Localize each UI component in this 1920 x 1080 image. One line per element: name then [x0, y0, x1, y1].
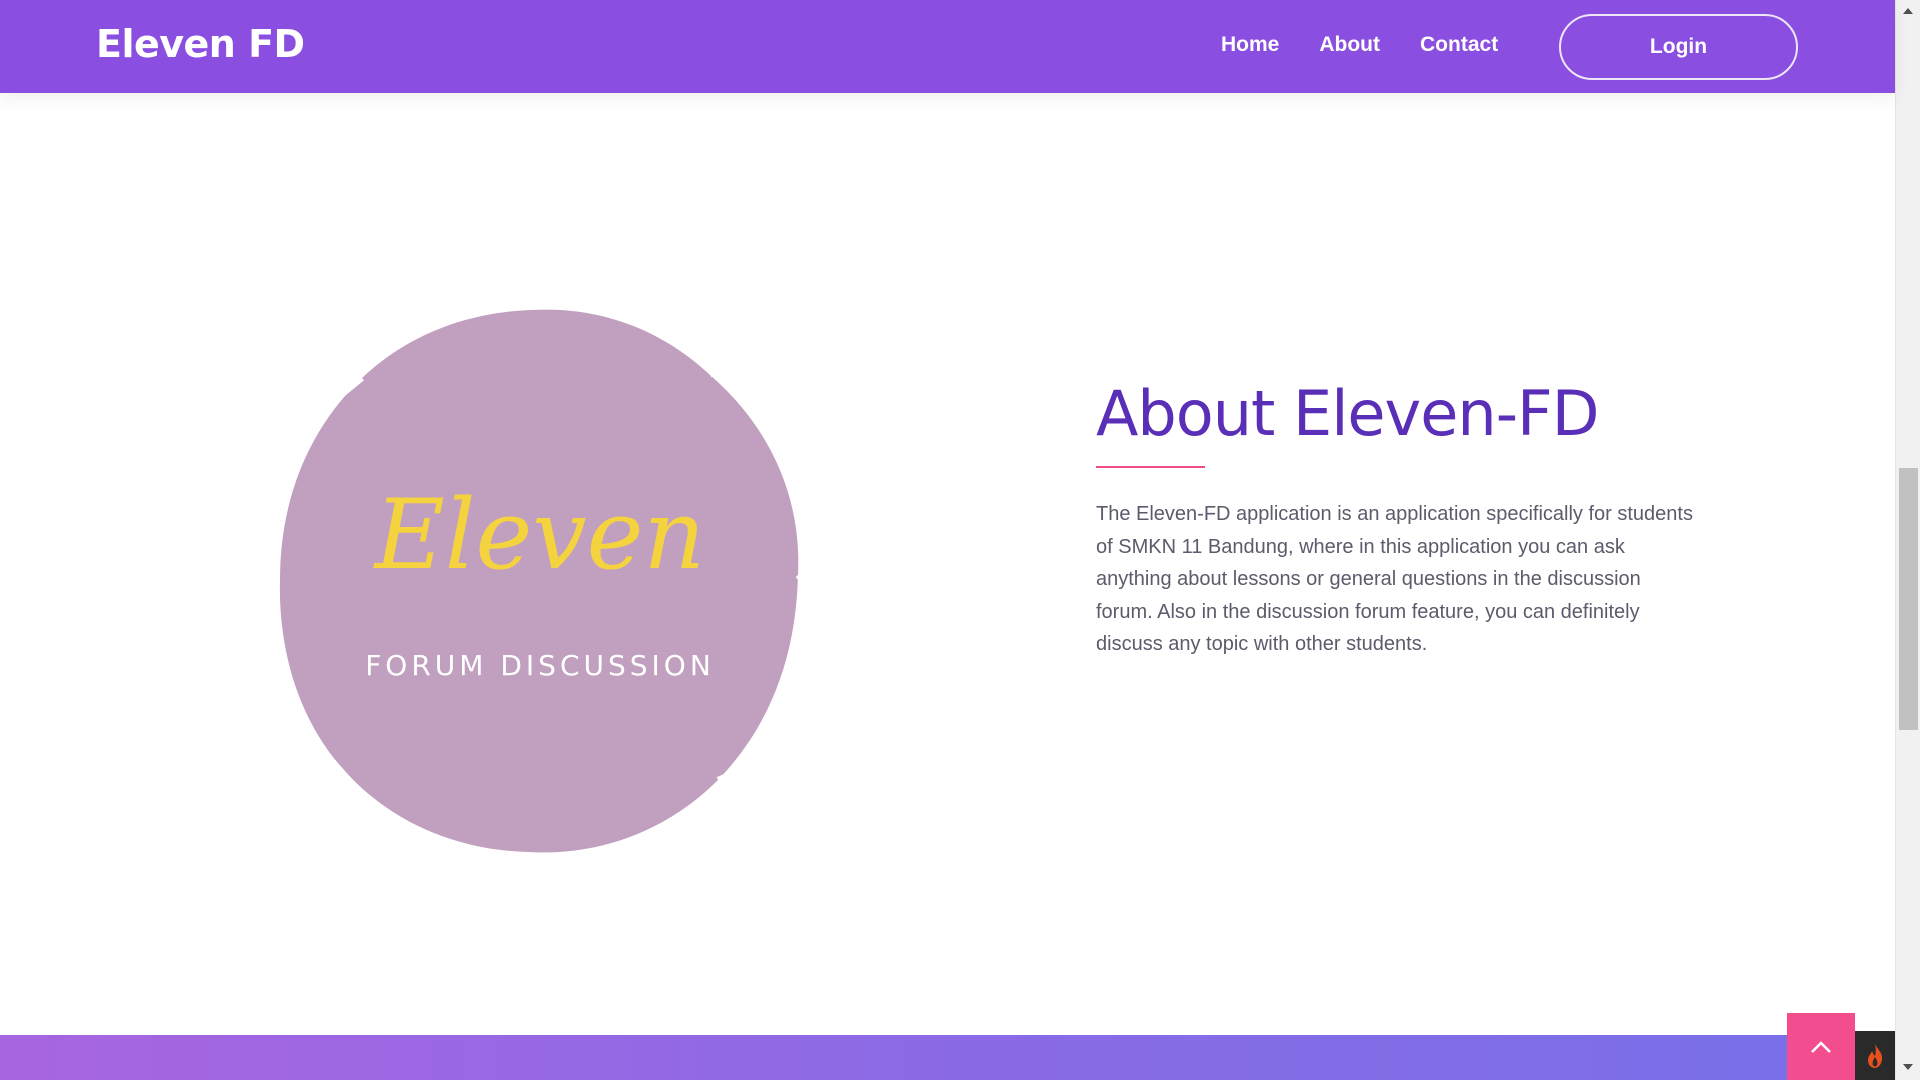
title-divider: [1096, 466, 1205, 469]
eleven-logo: Eleven FORUM DISCUSSION: [270, 300, 810, 860]
logo-subtitle: FORUM DISCUSSION: [365, 649, 715, 682]
nav-link-home[interactable]: Home: [1221, 33, 1279, 57]
scrollbar-thumb[interactable]: [1899, 468, 1918, 730]
logo-circle-image: Eleven FORUM DISCUSSION: [279, 309, 810, 853]
nav-links: Home About Contact: [1221, 33, 1538, 57]
login-button[interactable]: Login: [1559, 14, 1798, 80]
chevron-up-icon: [1811, 1040, 1831, 1053]
navbar: Eleven FD Home About Contact Login: [0, 0, 1895, 93]
about-description: The Eleven-FD application is an applicat…: [1096, 503, 1693, 656]
logo-script-text: Eleven: [373, 479, 705, 591]
brand-logo[interactable]: Eleven FD: [96, 22, 305, 66]
about-title: About Eleven-FD: [1096, 377, 1599, 450]
dev-toolbar-toggle[interactable]: [1855, 1031, 1895, 1080]
about-section: About Eleven-FD The Eleven-FD applicatio…: [1096, 377, 1696, 661]
scroll-down-arrow-icon[interactable]: [1903, 1064, 1913, 1070]
flame-icon: [1868, 1043, 1883, 1068]
next-section-gradient-band: [0, 1035, 1895, 1080]
scroll-up-arrow-icon[interactable]: [1903, 8, 1913, 14]
nav-link-contact[interactable]: Contact: [1420, 33, 1498, 57]
page: Eleven FD Home About Contact Login Eleve…: [0, 0, 1920, 1080]
back-to-top-button[interactable]: [1787, 1013, 1855, 1080]
nav-link-about[interactable]: About: [1319, 33, 1380, 57]
vertical-scrollbar[interactable]: [1895, 0, 1920, 1080]
